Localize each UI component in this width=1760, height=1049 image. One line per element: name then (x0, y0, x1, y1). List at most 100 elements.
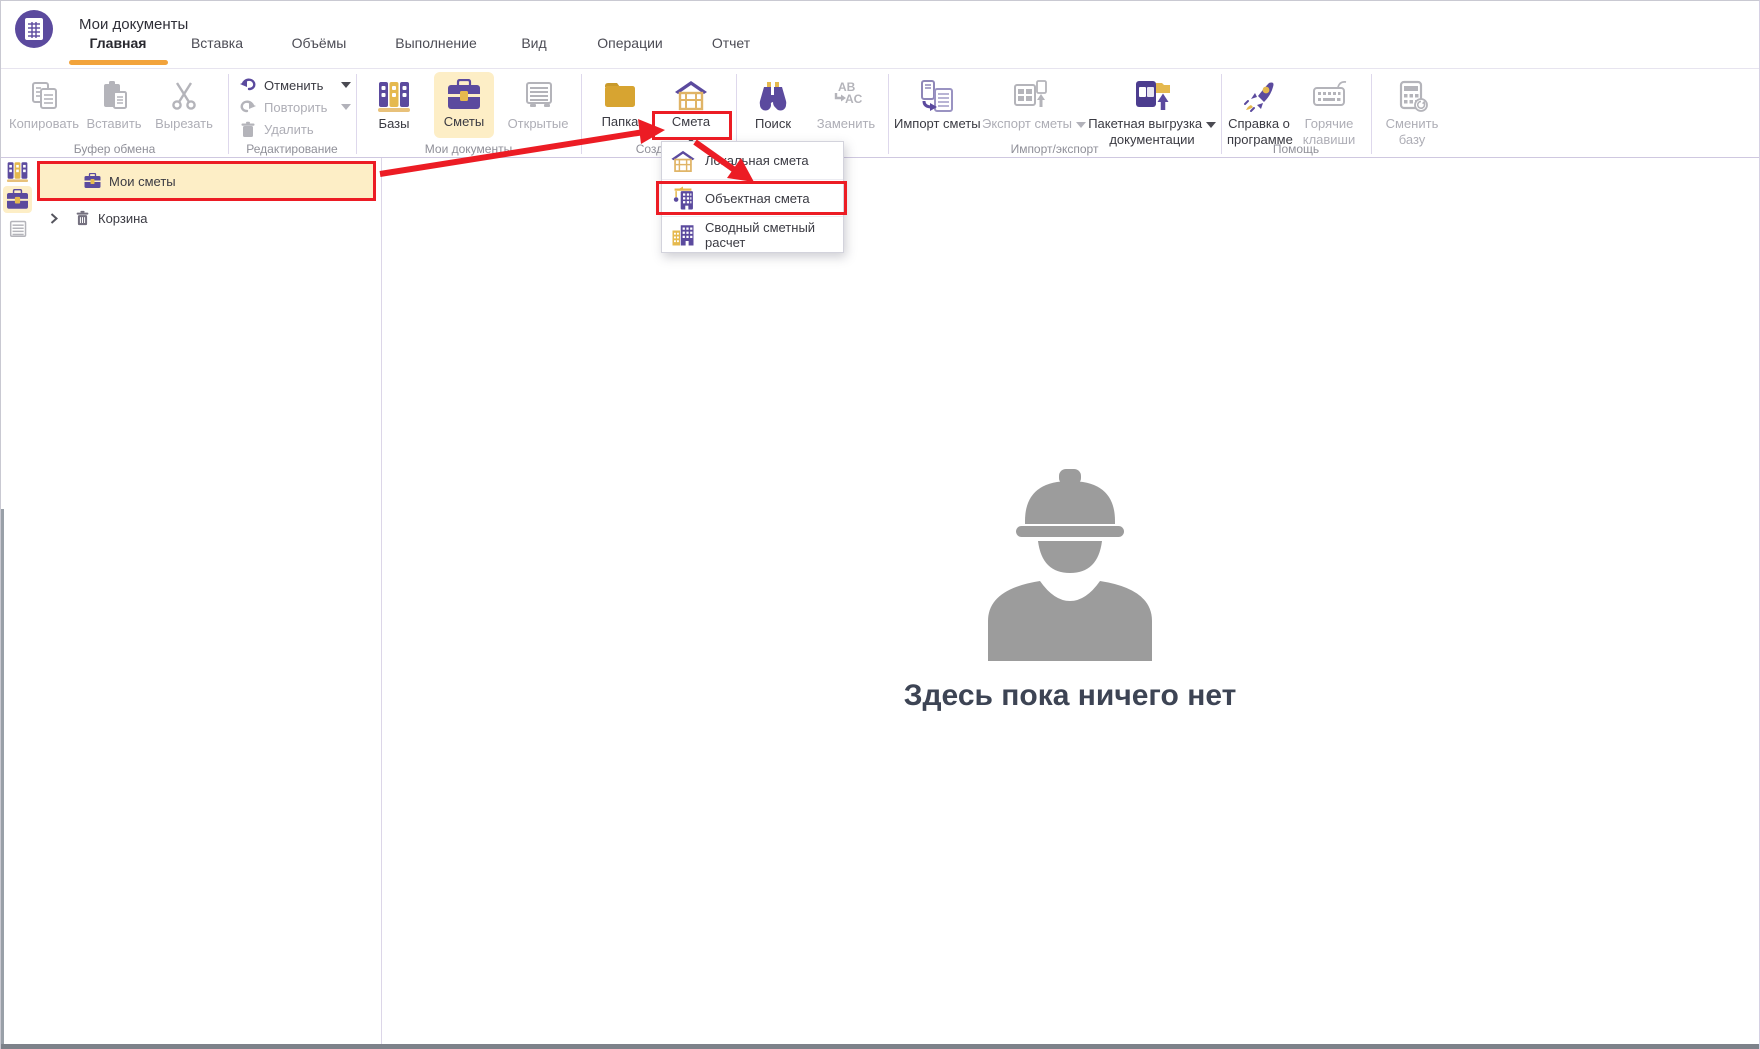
svg-text:AC: AC (845, 92, 863, 106)
horizontal-scrollbar[interactable] (1, 1044, 1759, 1049)
copy-label: Копировать (9, 116, 79, 131)
menu-item-local-estimate[interactable]: Локальная смета (662, 142, 843, 179)
tree-item-trash[interactable]: Корзина (34, 205, 374, 231)
search-label: Поиск (754, 116, 792, 131)
import-label: Импорт сметы (894, 116, 981, 131)
open-button: Открытые (502, 79, 574, 132)
undo-button[interactable]: Отменить (239, 75, 351, 95)
local-estimate-icon (671, 150, 695, 172)
group-label-editing: Редактирование (246, 142, 338, 156)
chevron-right-icon[interactable] (50, 212, 58, 224)
replace-ab-ac-icon: AB AC (834, 80, 863, 106)
documents-tree-panel: Мои сметы Корзина (34, 158, 382, 1044)
tree-item-my-estimates[interactable]: Мои сметы (37, 161, 376, 201)
redo-button: Повторить (239, 97, 351, 117)
replace-button: AB AC Заменить (809, 79, 883, 132)
bases-label: Базы (378, 116, 410, 131)
tab-otchet[interactable]: Отчет (705, 35, 757, 59)
change-base-label-line2: базу (1398, 131, 1426, 147)
undo-dropdown-arrow-icon[interactable] (341, 82, 351, 88)
change-base-label-line1: Сменить (1385, 116, 1439, 131)
group-label-import-export: Импорт/экспорт (1010, 142, 1099, 156)
briefcase-icon (448, 79, 480, 109)
redo-icon (240, 100, 256, 113)
tab-obyomy[interactable]: Объёмы (289, 35, 349, 59)
hotkeys-label-line1: Горячие (1304, 116, 1354, 131)
undo-icon (240, 78, 256, 91)
app-logo[interactable] (15, 10, 53, 48)
active-tab-underline (69, 60, 168, 65)
tab-vstavka[interactable]: Вставка (187, 35, 247, 59)
redo-dropdown-arrow-icon (341, 104, 351, 110)
menu-item-label: Локальная смета (705, 153, 809, 168)
trash-icon (76, 210, 89, 226)
about-label-line1: Справка о (1228, 116, 1290, 131)
replace-label: Заменить (816, 116, 876, 131)
menu-item-summary-estimate[interactable]: Сводный сметный расчет (662, 216, 843, 253)
summary-estimate-icon (672, 225, 694, 246)
copy-icon (32, 82, 57, 109)
strip-estimates-button[interactable] (3, 186, 32, 213)
tab-vypolnenie[interactable]: Выполнение (393, 35, 479, 59)
bases-button[interactable]: Базы (364, 79, 424, 132)
cut-label: Вырезать (155, 116, 213, 131)
binoculars-icon (759, 82, 787, 111)
tab-glavnaya[interactable]: Главная (87, 35, 149, 59)
group-label-my-documents: Мои документы (424, 142, 513, 156)
strip-open-button[interactable] (6, 219, 29, 245)
folder-label: Папка (601, 114, 639, 129)
tab-vid[interactable]: Вид (515, 35, 553, 59)
hotkeys-button: Горячие клавиши (1297, 79, 1361, 148)
folder-icon (605, 83, 635, 107)
main-content-area: Здесь пока ничего нет (382, 158, 1758, 1044)
cut-icon (172, 82, 196, 110)
group-label-clipboard: Буфер обмена (73, 142, 156, 156)
estimates-button[interactable]: Сметы (434, 72, 494, 138)
open-docs-icon (9, 220, 27, 238)
group-divider (1371, 74, 1372, 154)
batch-upload-label-line1: Пакетная выгрузка (1087, 116, 1217, 132)
tree-item-label: Мои сметы (109, 173, 176, 189)
tab-operacii[interactable]: Операции (595, 35, 665, 59)
about-button[interactable]: Справка о программе (1227, 79, 1293, 148)
briefcase-icon (7, 188, 28, 209)
change-base-button: Сменить базу (1380, 79, 1444, 148)
house-icon (675, 81, 707, 111)
delete-label: Удалить (264, 121, 314, 137)
paste-icon (104, 81, 127, 109)
calculator-refresh-icon (1399, 80, 1428, 112)
bases-binders-icon (378, 82, 410, 112)
window-title: Мои документы (79, 16, 189, 33)
redo-label: Повторить (264, 99, 328, 115)
ribbon-toolbar: Копировать Вставить Вырезать Буфер обмен… (1, 68, 1759, 158)
batch-upload-button[interactable]: Пакетная выгрузка документации (1087, 79, 1217, 148)
undo-label: Отменить (264, 77, 324, 93)
delete-button: Удалить (239, 119, 351, 139)
group-label-help: Помощь (1272, 142, 1320, 156)
export-icon (1014, 80, 1047, 107)
bases-binders-icon (6, 162, 29, 183)
folder-button[interactable]: Папка (590, 79, 650, 130)
batch-upload-icon (1136, 81, 1170, 110)
open-label: Открытые (507, 116, 569, 131)
batch-dropdown-arrow-icon[interactable] (1205, 122, 1216, 128)
import-button[interactable]: Импорт сметы (894, 79, 981, 132)
trash-icon (241, 121, 255, 137)
strip-bases-button[interactable] (5, 160, 30, 188)
import-icon (921, 80, 953, 112)
tree-item-label: Корзина (98, 210, 148, 226)
rocket-icon (1244, 82, 1274, 112)
paste-label: Вставить (86, 116, 142, 131)
cut-button: Вырезать (150, 79, 218, 132)
search-button[interactable]: Поиск (743, 79, 803, 132)
annotation-box-estimate-button (652, 111, 732, 140)
worker-icon (988, 469, 1152, 661)
briefcase-icon (84, 173, 101, 188)
paste-button: Вставить (80, 79, 148, 132)
vertical-scrollbar[interactable] (1, 509, 4, 1044)
annotation-box-object-estimate (656, 181, 847, 215)
export-button: Экспорт сметы (982, 79, 1086, 132)
export-dropdown-arrow-icon (1075, 122, 1086, 128)
empty-state-text: Здесь пока ничего нет (903, 679, 1237, 712)
app-document-icon (25, 18, 43, 40)
